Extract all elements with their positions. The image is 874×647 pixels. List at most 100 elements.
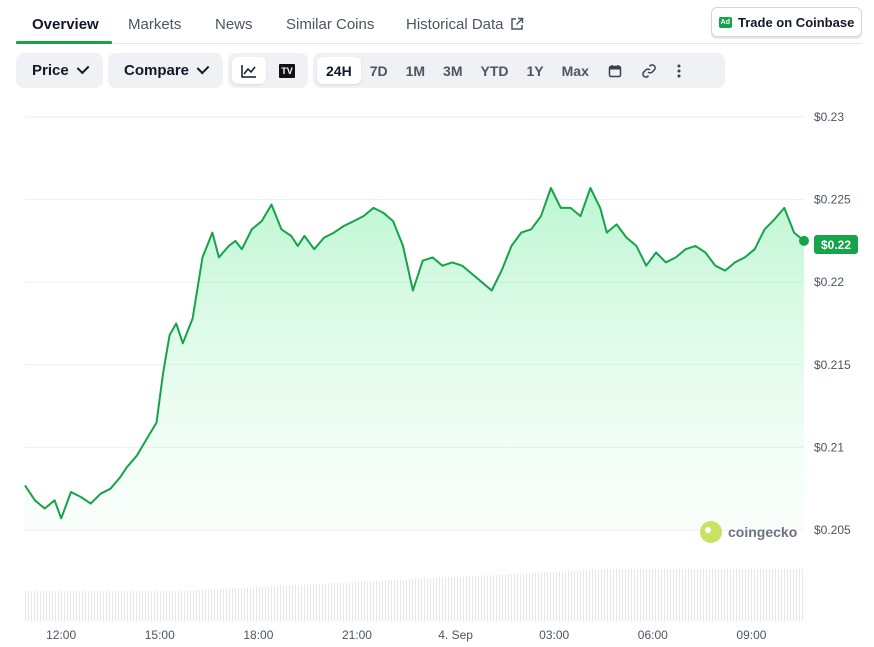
volume-bar [595,569,596,621]
more-options-button[interactable] [666,57,692,84]
volume-bar [37,591,38,621]
volume-bar [718,569,719,621]
volume-bar [661,569,662,621]
volume-bar [358,581,359,621]
tab-news[interactable]: News [215,16,253,33]
volume-bar [691,569,692,621]
volume-bar [697,569,698,621]
volume-bar [733,569,734,621]
volume-bar [40,591,41,621]
volume-bar [367,581,368,621]
range-max-button[interactable]: Max [553,57,598,84]
range-ytd-button[interactable]: YTD [472,57,518,84]
volume-bar [274,586,275,621]
volume-bar [283,585,284,621]
range-24h-button[interactable]: 24H [317,57,361,84]
more-icon [677,64,681,77]
volume-bar [670,569,671,621]
volume-bar [25,591,26,621]
volume-bar [700,569,701,621]
volume-bar [376,580,377,621]
volume-bar [787,569,788,621]
volume-bar [685,569,686,621]
volume-bar [229,588,230,621]
range-3m-button[interactable]: 3M [434,57,471,84]
calendar-button[interactable] [598,57,632,84]
price-dropdown[interactable]: Price [16,53,103,88]
range-7d-button[interactable]: 7D [361,57,397,84]
volume-bar [364,581,365,621]
volume-bar [694,569,695,621]
volume-bar [331,583,332,621]
volume-bar [796,569,797,621]
volume-bar [802,569,803,621]
volume-bar [301,584,302,621]
volume-bar [766,569,767,621]
x-axis-tick-label: 4. Sep [438,628,473,642]
volume-bar [61,591,62,621]
compare-dropdown-label: Compare [124,62,190,79]
trade-on-coinbase-button[interactable]: Ad Trade on Coinbase [711,7,862,37]
volume-bar [592,569,593,621]
volume-bar [82,591,83,621]
volume-bar [547,572,548,621]
line-chart-button[interactable] [232,57,266,84]
tab-markets[interactable]: Markets [128,16,181,33]
tradingview-button[interactable]: TV [270,57,304,84]
volume-bar [49,591,50,621]
y-axis-tick-label: $0.22 [814,275,844,289]
share-link-button[interactable] [632,57,666,84]
price-area-fill [25,188,804,530]
volume-bar [532,572,533,621]
range-1y-button[interactable]: 1Y [518,57,553,84]
volume-bar [223,588,224,621]
volume-bar [475,575,476,621]
range-1m-button[interactable]: 1M [397,57,434,84]
volume-bar [721,569,722,621]
volume-bar [577,570,578,621]
volume-bar [568,571,569,621]
volume-bar [211,589,212,621]
ad-badge: Ad [718,16,733,28]
volume-bar [625,569,626,621]
volume-bar [511,574,512,621]
volume-bar [754,569,755,621]
volume-bar [769,569,770,621]
volume-bar [556,571,557,621]
tab-historical-data-label: Historical Data [406,16,504,33]
volume-bar [583,570,584,621]
x-axis-tick-label: 21:00 [342,628,372,642]
volume-bar [748,569,749,621]
volume-bar [232,588,233,621]
volume-bar [163,591,164,621]
volume-bar [208,589,209,621]
y-axis-tick-label: $0.21 [814,440,844,454]
tab-similar-coins[interactable]: Similar Coins [286,16,374,33]
volume-bar [52,591,53,621]
volume-bar [502,574,503,621]
volume-bar [736,569,737,621]
volume-bar [472,576,473,621]
coingecko-logo-icon [700,521,722,543]
volume-bar [262,586,263,621]
volume-bar [631,569,632,621]
volume-bar [385,580,386,621]
volume-bar [613,569,614,621]
y-axis-tick-label: $0.215 [814,358,851,372]
tab-overview[interactable]: Overview [32,16,99,33]
volume-bar [334,583,335,621]
volume-bar [142,591,143,621]
volume-bar [607,569,608,621]
volume-bar [742,569,743,621]
volume-bar [640,569,641,621]
volume-bar [136,591,137,621]
compare-dropdown[interactable]: Compare [108,53,223,88]
volume-bar [496,574,497,621]
volume-bar [550,572,551,621]
volume-bar [763,569,764,621]
tab-historical-data[interactable]: Historical Data [406,16,524,33]
price-chart[interactable]: $0.205 $0.21 $0.215 $0.22 $0.225 $0.23 12:00 1… [0,100,874,647]
volume-bar [715,569,716,621]
volume-bar [610,569,611,621]
volume-bar [652,569,653,621]
